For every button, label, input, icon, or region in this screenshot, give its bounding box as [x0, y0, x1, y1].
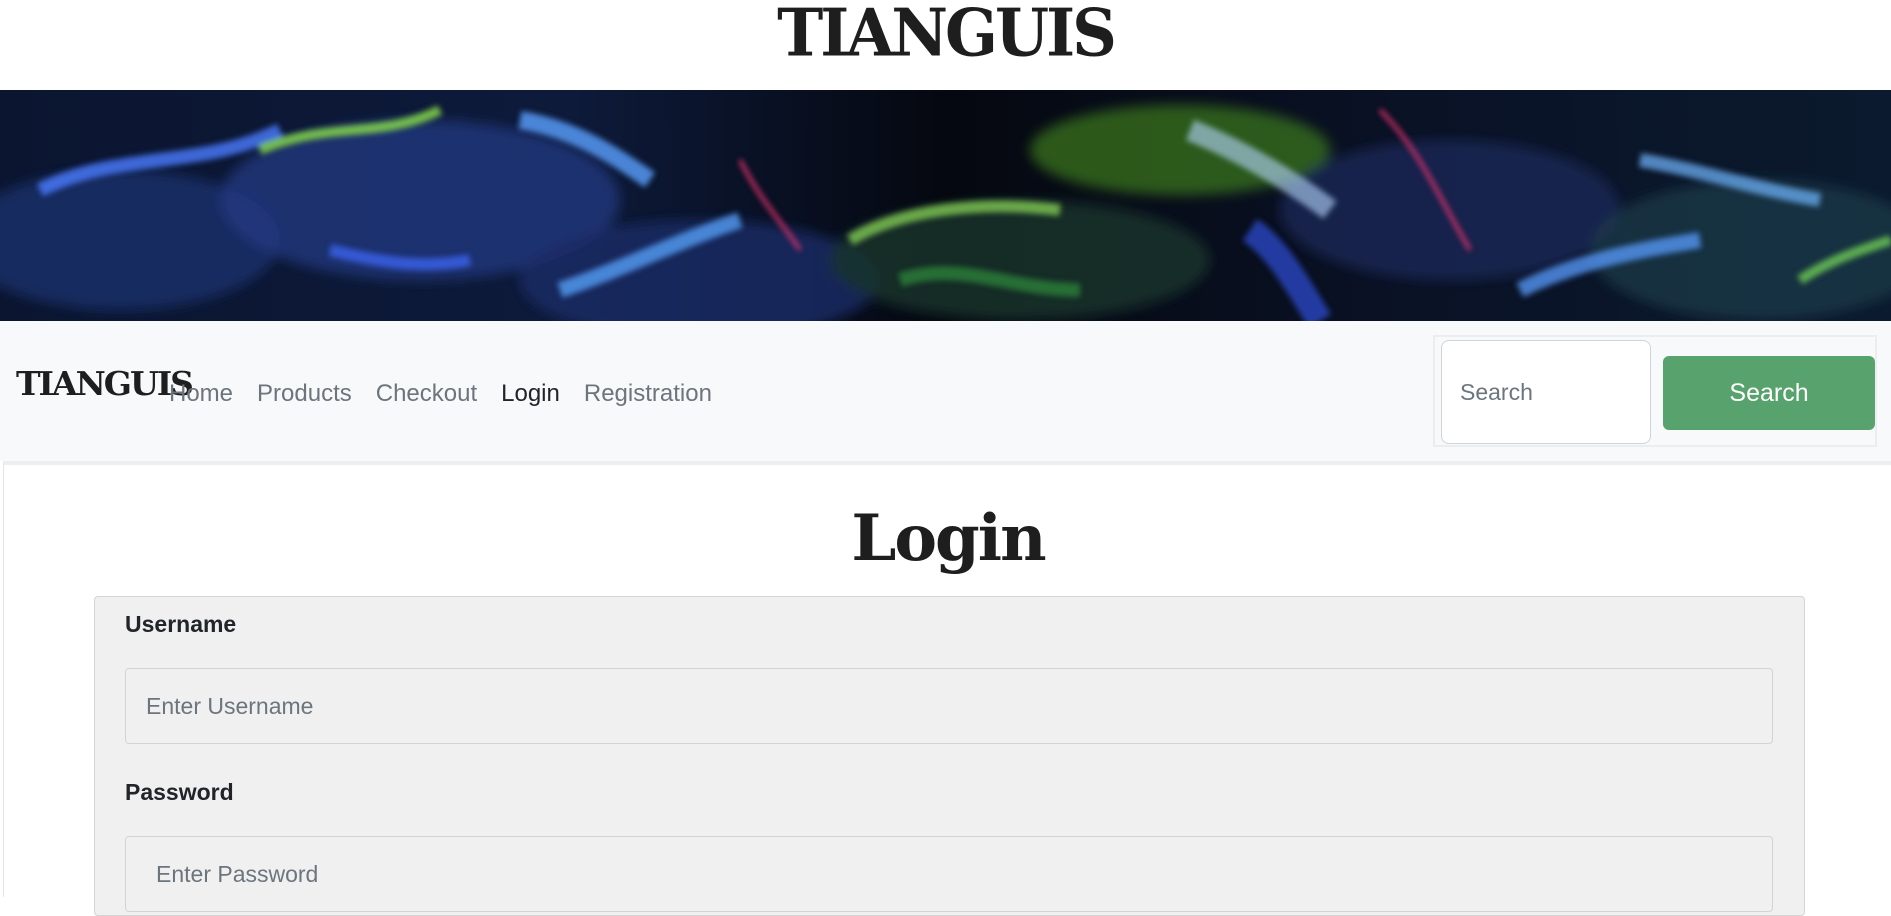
site-header: TIANGUIS	[0, 0, 1891, 90]
hero-banner-image	[0, 90, 1891, 321]
username-label: Username	[125, 611, 237, 637]
navbar: TIANGUIS Home Products Checkout Login Re…	[0, 321, 1891, 461]
site-logo: TIANGUIS	[777, 0, 1117, 72]
search-button[interactable]: Search	[1663, 356, 1875, 430]
navbar-brand[interactable]: TIANGUIS	[16, 364, 194, 404]
nav-link-home[interactable]: Home	[169, 374, 233, 414]
search-form: Search	[1433, 335, 1877, 447]
nav-link-login[interactable]: Login	[501, 374, 560, 414]
password-label: Password	[125, 779, 234, 805]
login-form-card: Username Password	[94, 596, 1805, 916]
nav-links: Home Products Checkout Login Registratio…	[169, 374, 736, 414]
search-input[interactable]	[1441, 340, 1651, 444]
page-title: Login	[851, 501, 1046, 576]
nav-link-registration[interactable]: Registration	[584, 374, 712, 414]
nav-link-checkout[interactable]: Checkout	[376, 374, 477, 414]
main-content: Login Username Password	[3, 461, 1891, 916]
password-field[interactable]	[125, 836, 1773, 912]
nav-link-products[interactable]: Products	[257, 374, 352, 414]
username-field[interactable]	[125, 668, 1773, 744]
